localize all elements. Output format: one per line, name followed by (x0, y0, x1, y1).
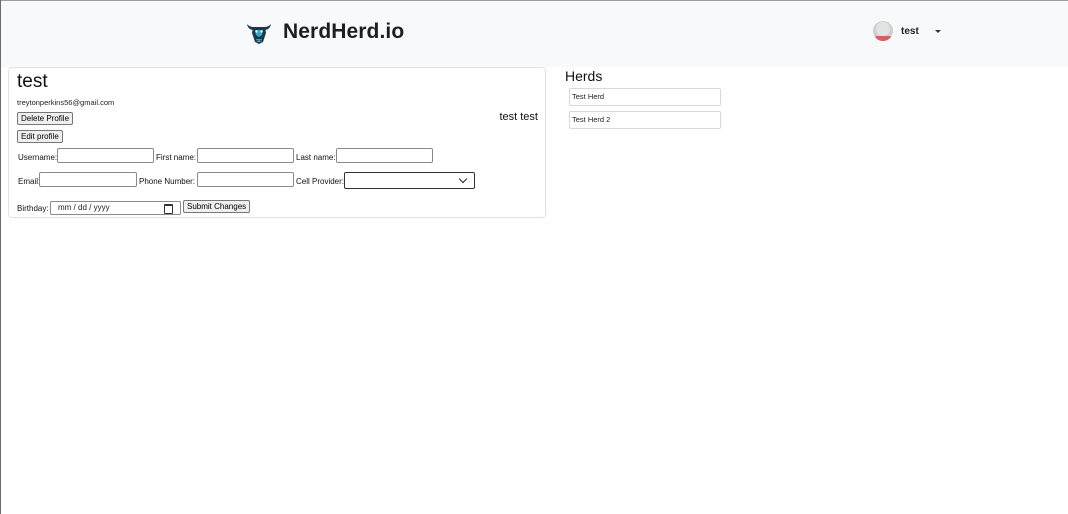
delete-profile-button[interactable]: Delete Profile (17, 112, 74, 125)
email-input[interactable] (39, 172, 137, 187)
brand[interactable]: NerdHerd.io (245, 17, 404, 47)
profile-card: test treytonperkins56@gmail.com test tes… (8, 67, 546, 218)
chevron-down-icon (458, 174, 468, 184)
profile-full-name: test test (499, 111, 538, 123)
email-label: Email: (18, 177, 41, 186)
cell-provider-select[interactable] (344, 172, 475, 189)
birthday-placeholder: mm / dd / yyyy (58, 203, 110, 212)
cell-provider-label: Cell Provider: (296, 177, 345, 186)
navbar: NerdHerd.io test (1, 1, 1068, 67)
first-name-label: First name: (156, 153, 197, 162)
submit-changes-button[interactable]: Submit Changes (183, 200, 251, 213)
username-input[interactable] (57, 148, 154, 163)
user-menu-toggle[interactable]: test (873, 20, 941, 42)
user-name: test (901, 25, 919, 37)
first-name-input[interactable] (197, 148, 294, 163)
herd-item[interactable]: Test Herd (569, 88, 721, 106)
last-name-label: Last name: (296, 153, 336, 162)
calendar-icon[interactable] (164, 204, 173, 214)
window-left-border (0, 0, 1, 514)
caret-down-icon (934, 29, 941, 33)
profile-title: test (17, 71, 48, 92)
phone-number-input[interactable] (197, 172, 294, 187)
birthday-date-input[interactable]: mm / dd / yyyy (50, 201, 181, 215)
phone-number-label: Phone Number: (139, 177, 196, 186)
last-name-input[interactable] (336, 148, 433, 163)
herd-item[interactable]: Test Herd 2 (569, 111, 721, 129)
edit-profile-button[interactable]: Edit profile (17, 130, 63, 143)
bull-logo-icon (247, 24, 271, 44)
herds-title: Herds (565, 68, 603, 84)
brand-name: NerdHerd.io (283, 20, 405, 43)
birthday-label: Birthday: (17, 204, 49, 213)
username-label: Username: (18, 153, 58, 162)
user-avatar-icon (873, 21, 893, 41)
profile-email: treytonperkins56@gmail.com (17, 98, 115, 107)
